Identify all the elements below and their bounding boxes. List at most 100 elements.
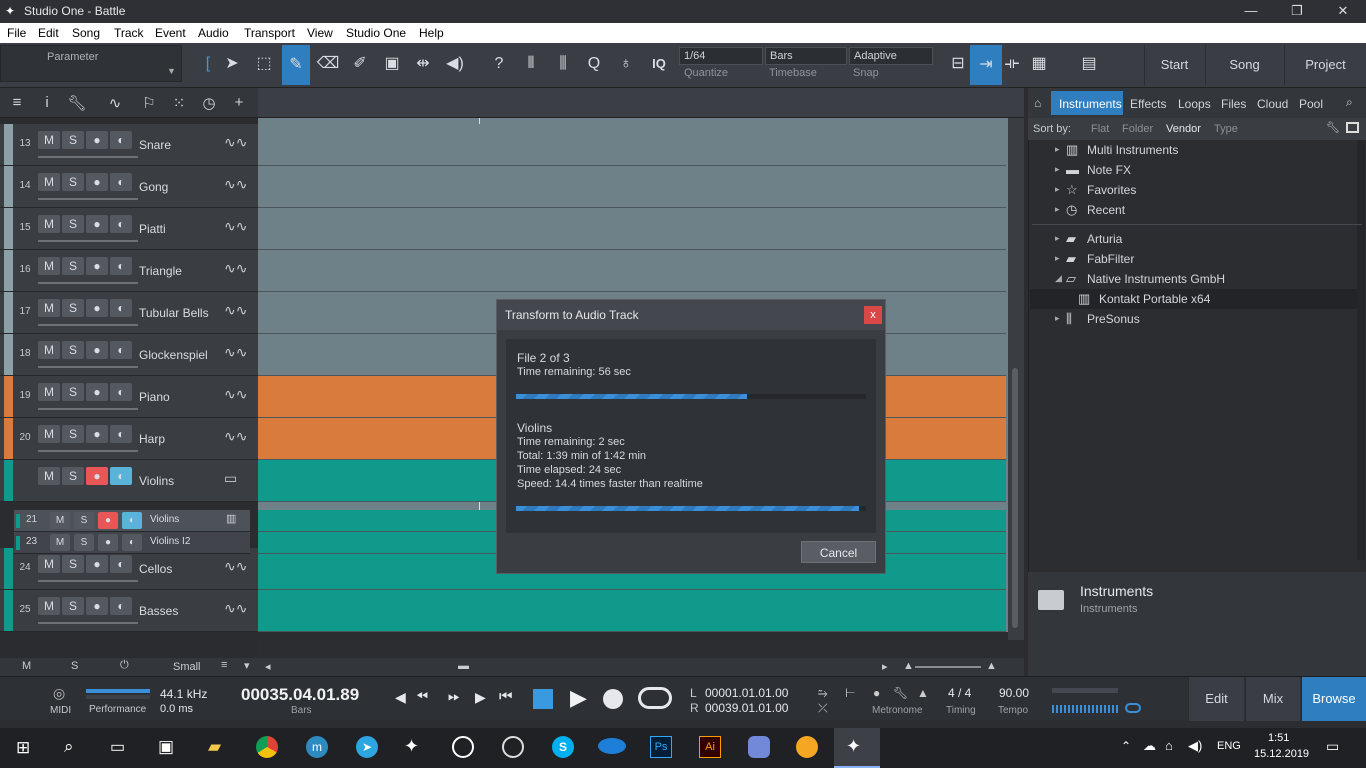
record-button[interactable] (603, 689, 623, 709)
expand-arrow-icon[interactable]: ▸ (1055, 204, 1060, 215)
chevron-down-icon[interactable]: ▾ (244, 659, 250, 672)
browser-item[interactable]: Favorites (1087, 183, 1136, 197)
menu-track[interactable]: Track (114, 26, 144, 40)
volume-fader[interactable] (38, 622, 138, 624)
menu-song[interactable]: Song (72, 26, 100, 40)
forward-end-icon[interactable]: ▶ (475, 689, 486, 706)
metronome-settings-icon[interactable]: 🔧︎ (893, 686, 908, 700)
notifications-icon[interactable]: ▭ (1326, 738, 1339, 755)
audio-bend-icon[interactable]: ⫴ (519, 50, 543, 78)
mute-button[interactable]: M (38, 131, 60, 149)
solo-button[interactable]: S (74, 512, 94, 529)
flag-icon[interactable]: ⚐ (138, 94, 160, 114)
listen-tool-icon[interactable]: ◀) (443, 50, 467, 78)
precount-icon[interactable]: ⤫ (818, 701, 828, 716)
dialog-close-button[interactable]: x (864, 306, 882, 324)
folder-icon[interactable]: ▭ (224, 470, 237, 487)
timebase-select[interactable]: Bars (765, 47, 847, 65)
tab-pool[interactable]: Pool (1299, 97, 1323, 111)
tab-instruments[interactable]: Instruments (1059, 97, 1122, 111)
tray-chevron-icon[interactable]: ⌃ (1121, 739, 1131, 753)
track-lane[interactable] (258, 590, 1006, 632)
return-to-zero-icon[interactable]: ⏮︎ (499, 688, 513, 705)
chrome-icon[interactable] (256, 736, 278, 758)
track-name[interactable]: Basses (139, 604, 178, 618)
tab-effects[interactable]: Effects (1130, 97, 1166, 111)
list-menu-icon[interactable]: ≡ (221, 659, 227, 671)
metronome-small-icon[interactable]: ♁ (614, 50, 638, 78)
mute-button[interactable]: M (38, 299, 60, 317)
close-button[interactable]: ✕ (1320, 0, 1366, 23)
expand-arrow-icon[interactable]: ▸ (1055, 144, 1060, 155)
photos-app-icon[interactable]: ▣ (158, 737, 174, 757)
mute-button[interactable]: M (38, 257, 60, 275)
solo-button[interactable]: S (62, 257, 84, 275)
volume-fader[interactable] (38, 450, 138, 452)
pencil-tool-icon[interactable]: ✎ (282, 45, 310, 85)
record-arm-button[interactable]: ● (86, 257, 108, 275)
mute-button[interactable]: M (38, 215, 60, 233)
monitor-button[interactable]: ◐ (122, 512, 142, 529)
clock-date[interactable]: 15.12.2019 (1254, 748, 1309, 760)
nav-song-button[interactable]: Song (1205, 45, 1283, 85)
punch-icon[interactable]: ⥲ (818, 686, 828, 701)
record-arm-button[interactable]: ● (86, 299, 108, 317)
search-icon[interactable]: ⌕ (1346, 95, 1353, 110)
track-row[interactable]: 25 M S ● ◐ Basses ∿∿ (0, 590, 258, 632)
menu-view[interactable]: View (307, 26, 333, 40)
track-row[interactable]: 14 M S ● ◐ Gong ∿∿ (0, 166, 258, 208)
timing-value[interactable]: 4 / 4 (948, 686, 971, 700)
browser-item[interactable]: Multi Instruments (1087, 143, 1178, 157)
mute-button[interactable]: M (38, 467, 60, 485)
nav-start-button[interactable]: Start (1144, 45, 1204, 85)
metronome-icon[interactable]: ▲ (917, 686, 929, 700)
volume-fader[interactable] (38, 324, 138, 326)
solo-button[interactable]: S (62, 467, 84, 485)
solo-button[interactable]: S (62, 131, 84, 149)
browser-item[interactable]: Note FX (1087, 163, 1131, 177)
quantize-select[interactable]: 1/64 (679, 47, 763, 65)
expand-arrow-icon[interactable]: ◢ (1055, 273, 1062, 284)
expand-arrow-icon[interactable]: ▸ (1055, 233, 1060, 244)
windows-start-icon[interactable]: ⊞ (16, 738, 30, 758)
minimize-button[interactable]: — (1228, 0, 1274, 23)
power-icon[interactable]: ⏻ (120, 659, 129, 672)
music-app-icon[interactable] (796, 736, 818, 758)
home-icon[interactable]: ⌂ (1034, 96, 1041, 110)
zoom-out-icon[interactable]: ▲ (903, 660, 914, 672)
volume-fader[interactable] (38, 580, 138, 582)
monitor-button[interactable]: ◐ (110, 383, 132, 401)
zoom-slider[interactable] (915, 666, 981, 668)
volume-fader[interactable] (38, 366, 138, 368)
record-arm-button[interactable]: ● (86, 173, 108, 191)
autopunch-icon[interactable]: ⊢ (845, 686, 855, 700)
menu-audio[interactable]: Audio (198, 26, 229, 40)
mute-button[interactable]: M (38, 341, 60, 359)
expand-arrow-icon[interactable]: ▸ (1055, 164, 1060, 175)
monitor-button[interactable]: ◐ (122, 534, 142, 551)
track-row[interactable]: 16 M S ● ◐ Triangle ∿∿ (0, 250, 258, 292)
tab-files[interactable]: Files (1221, 97, 1246, 111)
vertical-scrollbar[interactable] (1008, 118, 1024, 640)
help-icon[interactable]: ? (487, 50, 511, 78)
record-arm-button[interactable]: ● (86, 341, 108, 359)
record-arm-button[interactable]: ● (86, 215, 108, 233)
track-name[interactable]: Piano (139, 390, 170, 404)
track-row[interactable]: 18 M S ● ◐ Glockenspiel ∿∿ (0, 334, 258, 376)
track-name[interactable]: Glockenspiel (139, 348, 208, 362)
solo-button[interactable]: S (62, 425, 84, 443)
track-lane[interactable] (258, 208, 1006, 250)
nav-project-button[interactable]: Project (1284, 45, 1366, 85)
cloud-icon[interactable]: ☁ (1143, 738, 1156, 754)
track-row[interactable]: 19 M S ● ◐ Piano ∿∿ (0, 376, 258, 418)
parameter-box[interactable]: Parameter ▼ (0, 45, 182, 82)
sort-type[interactable]: Type (1214, 123, 1238, 135)
browse-view-button[interactable]: Browse (1301, 677, 1366, 721)
track-name[interactable]: Gong (139, 180, 168, 194)
language-indicator[interactable]: ENG (1217, 740, 1241, 752)
solo-button[interactable]: S (62, 383, 84, 401)
volume-fader[interactable] (38, 240, 138, 242)
track-lane[interactable] (258, 166, 1006, 208)
monitor-button[interactable]: ◐ (110, 467, 132, 485)
volume-fader[interactable] (38, 408, 138, 410)
